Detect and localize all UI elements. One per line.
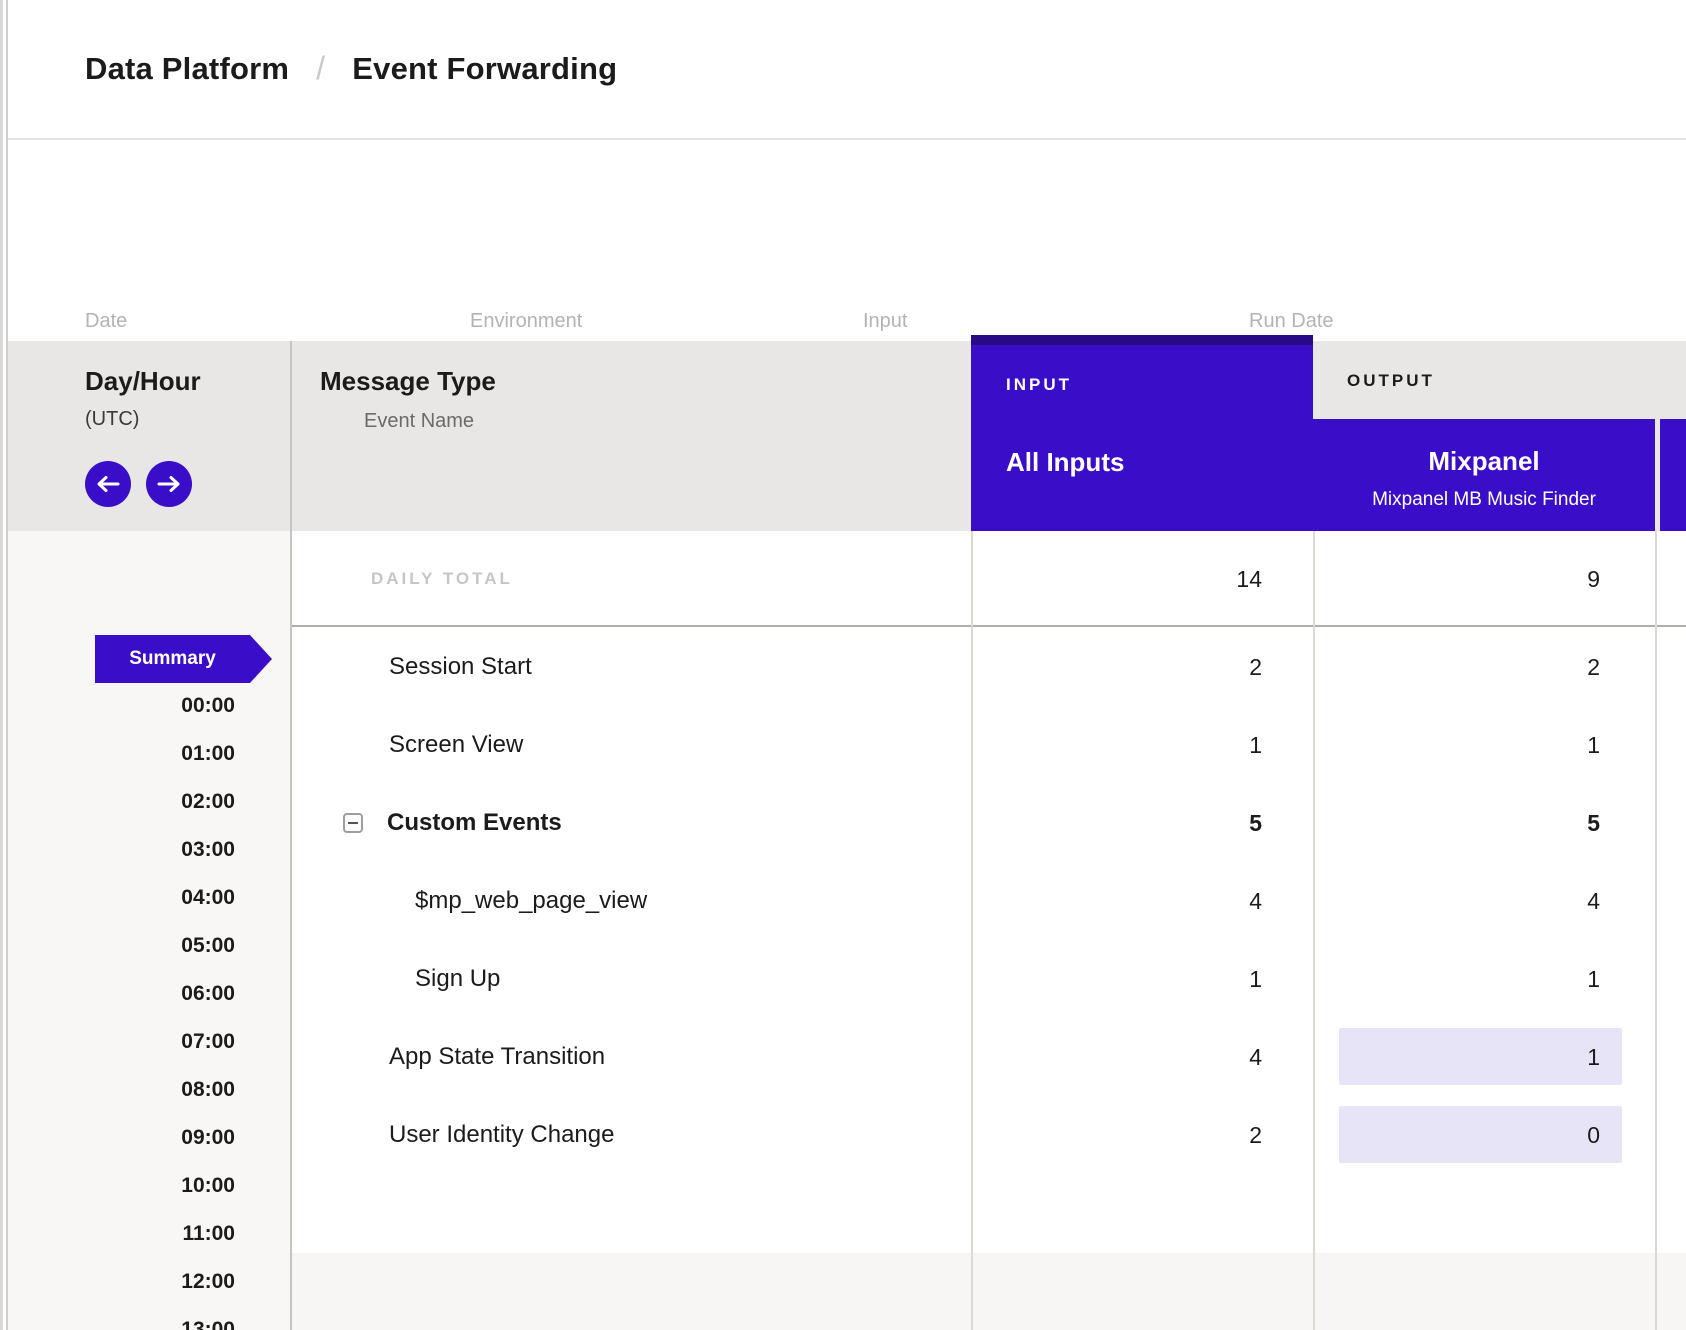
column-divider — [1655, 531, 1657, 1330]
input-count-cell: 1 — [971, 940, 1262, 1018]
output-group-label: OUTPUT — [1347, 371, 1435, 391]
output-count-cell: 0 — [1313, 1096, 1600, 1174]
column-divider — [1313, 531, 1315, 1330]
minus-icon[interactable] — [343, 813, 363, 833]
input-column-name: All Inputs — [1006, 447, 1124, 478]
page-left-edge — [0, 0, 8, 1330]
run-date-label: Run Date — [1249, 310, 1334, 333]
output-column-subtitle: Mixpanel MB Music Finder — [1313, 489, 1655, 511]
input-column-header[interactable]: INPUT All Inputs — [971, 335, 1313, 531]
message-type-title: Message Type — [320, 366, 496, 397]
input-group-label: INPUT — [1006, 375, 1072, 395]
output-count-cell: 2 — [1313, 628, 1600, 706]
message-row: Screen View 11 — [0, 706, 1686, 784]
output-count-cell: 1 — [1313, 1018, 1600, 1096]
arrow-left-icon — [96, 475, 120, 493]
column-divider — [971, 531, 973, 1330]
breadcrumb-current-page: Event Forwarding — [352, 51, 617, 87]
event-label: Custom Events — [387, 784, 562, 862]
input-count-cell: 2 — [971, 628, 1262, 706]
message-row: User Identity Change 20 — [0, 1096, 1686, 1174]
filter-bar: Date Environment Input Run Date 08/08/20… — [0, 140, 1686, 341]
daily-total-label: DAILY TOTAL — [371, 531, 513, 627]
output-count-cell: 1 — [1313, 940, 1600, 1018]
selected-column-indicator — [971, 335, 1313, 345]
output-count-cell: 5 — [1313, 784, 1600, 862]
output-column-name: Mixpanel — [1313, 446, 1655, 477]
message-row: App State Transition 41 — [0, 1018, 1686, 1096]
day-hour-subtitle: (UTC) — [85, 408, 139, 431]
event-label: $mp_web_page_view — [415, 862, 647, 940]
input-count-cell: 2 — [971, 1096, 1262, 1174]
environment-filter-label: Environment — [470, 310, 582, 333]
input-count-cell: 5 — [971, 784, 1262, 862]
minus-glyph — [348, 822, 358, 824]
day-hour-title: Day/Hour — [85, 366, 201, 397]
event-label: User Identity Change — [389, 1096, 614, 1174]
output-count-cell: 4 — [1313, 862, 1600, 940]
arrow-right-icon — [157, 475, 181, 493]
hour-item-1200[interactable]: 12:00 — [0, 1270, 235, 1298]
event-label: App State Transition — [389, 1018, 605, 1096]
rail-divider — [290, 341, 292, 1330]
next-output-column-partial — [1660, 419, 1686, 531]
message-row: $mp_web_page_view 44 — [0, 862, 1686, 940]
daily-total-input-value: 14 — [971, 531, 1262, 627]
message-row: Session Start 22 — [0, 628, 1686, 706]
daily-total-separator — [290, 625, 1686, 627]
output-column-header-mixpanel[interactable]: Mixpanel Mixpanel MB Music Finder — [1313, 419, 1655, 531]
input-count-cell: 4 — [971, 862, 1262, 940]
empty-grid-area — [292, 1253, 1686, 1330]
event-label: Screen View — [389, 706, 523, 784]
breadcrumb: Data Platform / Event Forwarding — [85, 0, 617, 138]
hour-item-1000[interactable]: 10:00 — [0, 1174, 235, 1202]
daily-total-row: DAILY TOTAL 14 9 — [0, 531, 1686, 627]
event-name-subtitle: Event Name — [364, 410, 474, 433]
hour-item-1100[interactable]: 11:00 — [0, 1222, 235, 1250]
message-row: Custom Events 55 — [0, 784, 1686, 862]
top-bar: Data Platform / Event Forwarding — [0, 0, 1686, 140]
message-rows: Session Start22Screen View11Custom Event… — [0, 628, 1686, 1174]
date-filter-label: Date — [85, 310, 127, 333]
input-filter-label: Input — [863, 310, 907, 333]
message-row: Sign Up 11 — [0, 940, 1686, 1018]
event-label: Session Start — [389, 628, 532, 706]
event-forwarding-page: Data Platform / Event Forwarding Date En… — [0, 0, 1686, 1330]
hour-item-1300[interactable]: 13:00 — [0, 1318, 235, 1330]
input-count-cell: 4 — [971, 1018, 1262, 1096]
input-count-cell: 1 — [971, 706, 1262, 784]
daily-total-output-value: 9 — [1313, 531, 1600, 627]
output-count-cell: 1 — [1313, 706, 1600, 784]
breadcrumb-link-data-platform[interactable]: Data Platform — [85, 51, 289, 87]
event-label: Sign Up — [415, 940, 500, 1018]
next-day-button[interactable] — [146, 461, 192, 507]
previous-day-button[interactable] — [85, 461, 131, 507]
breadcrumb-separator: / — [316, 50, 325, 87]
